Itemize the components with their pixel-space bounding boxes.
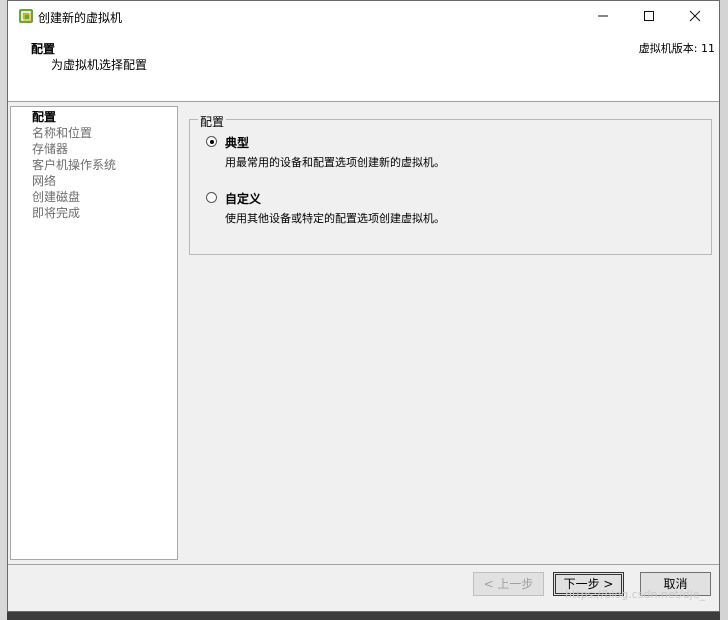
config-groupbox: 配置 典型 用最常用的设备和配置选项创建新的虚拟机。 自定义 使用其他设备或特定… [189,113,712,255]
watermark: https://blog.csdn.net/dje_ [565,588,705,601]
custom-radio[interactable] [206,192,217,203]
step-item-create-disk: 创建磁盘 [32,190,81,204]
custom-option-label[interactable]: 自定义 [225,190,261,207]
window-title: 创建新的虚拟机 [38,11,123,25]
close-icon [689,10,701,22]
typical-option-description: 用最常用的设备和配置选项创建新的虚拟机。 [225,156,445,169]
vm-version-label: 虚拟机版本: 11 [638,42,715,55]
step-item-network: 网络 [32,174,57,188]
close-button[interactable] [672,1,718,31]
step-item-ready: 即将完成 [32,206,81,220]
minimize-icon [598,15,608,17]
custom-option-description: 使用其他设备或特定的配置选项创建虚拟机。 [225,212,445,225]
back-button[interactable]: < 上一步 [473,572,544,596]
wizard-steps-sidebar: 配置 名称和位置 存储器 客户机操作系统 网络 创建磁盘 即将完成 [10,106,178,560]
minimize-button[interactable] [580,1,626,31]
typical-radio[interactable] [206,136,217,147]
typical-option-label[interactable]: 典型 [225,134,249,151]
maximize-button[interactable] [626,1,672,31]
maximize-icon [644,11,654,21]
footer-separator [8,564,719,565]
background-window-fragment-right [720,0,728,620]
page-subtitle: 为虚拟机选择配置 [51,58,148,72]
title-bar: 创建新的虚拟机 [8,1,719,33]
page-title: 配置 [31,42,56,56]
step-item-storage: 存储器 [32,142,69,156]
vsphere-app-icon [19,9,33,23]
step-item-name-location: 名称和位置 [32,126,93,140]
step-item-guest-os: 客户机操作系统 [32,158,117,172]
new-vm-wizard-window: 创建新的虚拟机 配置 为虚拟机选择配置 虚拟机版本: 11 配置 名称和位置 存… [7,0,720,612]
wizard-header: 配置 为虚拟机选择配置 虚拟机版本: 11 [8,33,719,102]
step-item-config: 配置 [32,110,57,124]
background-window-fragment [0,0,7,620]
groupbox-legend: 配置 [198,113,227,130]
